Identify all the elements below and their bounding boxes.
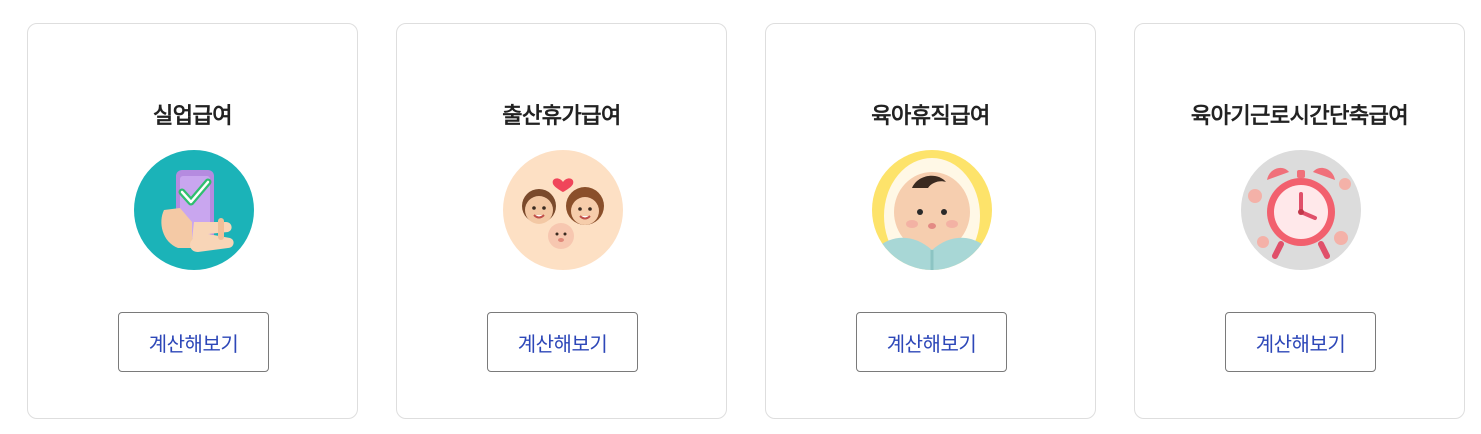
card-title: 출산휴가급여	[502, 104, 621, 129]
calculate-button[interactable]: 계산해보기	[1225, 312, 1376, 372]
card-reduced-working-hours-benefit: 육아기근로시간단축급여 계산해보기	[1134, 23, 1465, 419]
calculate-button[interactable]: 계산해보기	[856, 312, 1007, 372]
card-maternity-leave-benefit: 출산휴가급여 계산해보기	[396, 23, 727, 419]
card-parental-leave-benefit: 육아휴직급여 계산해보기	[765, 23, 1096, 419]
phone-checkmark-icon	[134, 150, 254, 270]
card-title: 육아기근로시간단축급여	[1190, 104, 1409, 129]
calculate-button[interactable]: 계산해보기	[487, 312, 638, 372]
card-unemployment-benefit: 실업급여 계산해보기	[27, 23, 358, 419]
card-title: 실업급여	[153, 104, 232, 129]
calculate-button[interactable]: 계산해보기	[118, 312, 269, 372]
baby-icon	[872, 150, 992, 270]
alarm-clock-icon	[1241, 150, 1361, 270]
card-title: 육아휴직급여	[871, 104, 990, 129]
family-icon	[503, 150, 623, 270]
benefit-cards: 실업급여 계산해보기 출산휴가급여 계산해보기 육아휴직급여 계산해보기 육아기…	[0, 0, 1481, 434]
